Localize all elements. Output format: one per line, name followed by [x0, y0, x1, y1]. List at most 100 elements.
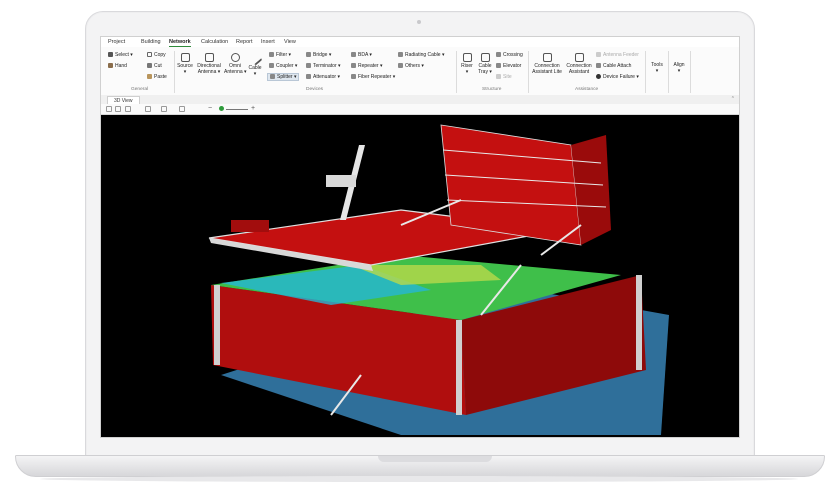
connection-assistant-button[interactable]: Connection Assistant: [565, 53, 593, 75]
group-label-general: General: [131, 87, 149, 92]
app-window: Project Building Network Calculation Rep…: [100, 36, 740, 438]
crossing-icon: [496, 52, 501, 57]
help-icon[interactable]: [115, 106, 121, 112]
antenna-feeder-icon: [596, 52, 601, 57]
separator: [456, 51, 457, 93]
fiber-repeater-button[interactable]: Fiber Repeater ▾: [351, 74, 395, 80]
collapse-ribbon-icon[interactable]: ⌃: [731, 96, 735, 102]
attenuator-button[interactable]: Attenuator ▾: [306, 74, 340, 80]
cable-button[interactable]: Cable ▾: [248, 51, 262, 77]
separator: [174, 51, 175, 93]
crossing-button[interactable]: Crossing: [496, 52, 523, 58]
source-button[interactable]: Source ▾: [176, 53, 194, 75]
directional-antenna-icon: [204, 53, 214, 62]
repeater-button[interactable]: Repeater ▾: [351, 63, 382, 69]
separator: [690, 51, 691, 93]
view-mode-icon[interactable]: [106, 106, 112, 112]
separator: [528, 51, 529, 93]
align-button[interactable]: Align ▾: [671, 62, 687, 74]
tab-view[interactable]: View: [284, 39, 296, 45]
omni-antenna-icon: [230, 53, 240, 62]
fiber-repeater-icon: [351, 74, 356, 79]
bridge-button[interactable]: Bridge ▾: [306, 52, 331, 58]
move-icon[interactable]: [125, 106, 131, 112]
bda-icon: [351, 52, 356, 57]
base-notch: [378, 456, 492, 462]
view-toolbar: − +: [101, 104, 739, 115]
connection-lite-icon: [542, 53, 552, 62]
repeater-icon: [351, 63, 356, 68]
attenuator-icon: [306, 74, 311, 79]
others-button[interactable]: Others ▾: [398, 63, 424, 69]
separator: [668, 51, 669, 93]
terminator-icon: [306, 63, 311, 68]
hand-icon: [108, 63, 113, 68]
paste-button[interactable]: Paste: [147, 74, 167, 80]
crane-cab: [326, 175, 356, 187]
accommodation-tower: [440, 124, 582, 246]
tab-calculation[interactable]: Calculation: [201, 39, 228, 45]
omni-antenna-button[interactable]: Omni Antenna ▾: [224, 53, 247, 75]
antenna-feeder-button[interactable]: Antenna Feeder: [596, 52, 639, 58]
filter-button[interactable]: Filter ▾: [269, 52, 291, 58]
cut-button[interactable]: Cut: [147, 63, 162, 69]
ribbon: Select ▾ Hand Copy Cut Paste General Sou…: [101, 47, 739, 96]
radiating-cable-icon: [398, 52, 403, 57]
coupler-button[interactable]: Coupler ▾: [269, 63, 297, 69]
site-button[interactable]: Site: [496, 74, 512, 80]
tab-building[interactable]: Building: [141, 39, 161, 45]
cable-attach-button[interactable]: Cable Attach: [596, 63, 631, 69]
group-label-devices: Devices: [306, 87, 324, 92]
bridge-icon: [306, 52, 311, 57]
select-tool[interactable]: Select ▾: [108, 52, 133, 58]
grid-icon[interactable]: [161, 106, 167, 112]
elevator-icon: [496, 63, 501, 68]
cable-tray-button[interactable]: Cable Tray ▾: [477, 53, 493, 75]
source-icon: [180, 53, 190, 62]
coupler-icon: [269, 63, 274, 68]
hand-tool[interactable]: Hand: [108, 63, 127, 69]
3d-model-render: [208, 124, 669, 435]
zoom-in-button[interactable]: +: [251, 104, 255, 113]
zoom-slider-knob[interactable]: [219, 106, 224, 111]
display-icon[interactable]: [179, 106, 185, 112]
filter-icon: [269, 52, 274, 57]
connection-assistant-lite-button[interactable]: Connection Assistant Lite: [531, 53, 563, 75]
splitter-icon: [270, 74, 275, 79]
tab-report[interactable]: Report: [236, 39, 253, 45]
tab-network[interactable]: Network: [169, 39, 191, 47]
connection-assistant-icon: [574, 53, 584, 62]
site-icon: [496, 74, 501, 79]
tab-insert[interactable]: Insert: [261, 39, 275, 45]
riser-button[interactable]: Riser ▾: [459, 53, 475, 75]
terminator-button[interactable]: Terminator ▾: [306, 63, 341, 69]
device-failure-button[interactable]: Device Failure ▾: [596, 74, 639, 80]
zoom-out-button[interactable]: −: [208, 104, 212, 113]
splitter-button[interactable]: Splitter ▾: [267, 73, 300, 81]
cable-icon: [248, 51, 262, 66]
pointer-icon: [108, 52, 113, 57]
directional-antenna-button[interactable]: Directional Antenna ▾: [196, 53, 222, 75]
elevator-button[interactable]: Elevator: [496, 63, 521, 69]
copy-button[interactable]: Copy: [147, 52, 166, 58]
group-label-structure: Structure: [482, 87, 502, 92]
group-label-assistance: Assistance: [575, 87, 599, 92]
copy-icon: [147, 52, 152, 57]
zoom-slider-track[interactable]: [226, 109, 248, 110]
clipboard-icon: [147, 74, 152, 79]
laptop-base: [15, 455, 825, 477]
tools-button[interactable]: Tools ▾: [649, 62, 665, 74]
cable-attach-icon: [596, 63, 601, 68]
others-icon: [398, 63, 403, 68]
cable-tray-icon: [480, 53, 490, 62]
layer-icon[interactable]: [145, 106, 151, 112]
bda-button[interactable]: BDA ▾: [351, 52, 372, 58]
radiating-cable-button[interactable]: Radiating Cable ▾: [398, 52, 445, 58]
3d-viewport[interactable]: [101, 115, 739, 437]
riser-icon: [462, 53, 472, 62]
camera-dot: [417, 20, 421, 24]
scissors-icon: [147, 63, 152, 68]
tab-project[interactable]: Project: [108, 39, 125, 45]
device-failure-icon: [596, 74, 601, 79]
deck-tank: [231, 220, 269, 232]
